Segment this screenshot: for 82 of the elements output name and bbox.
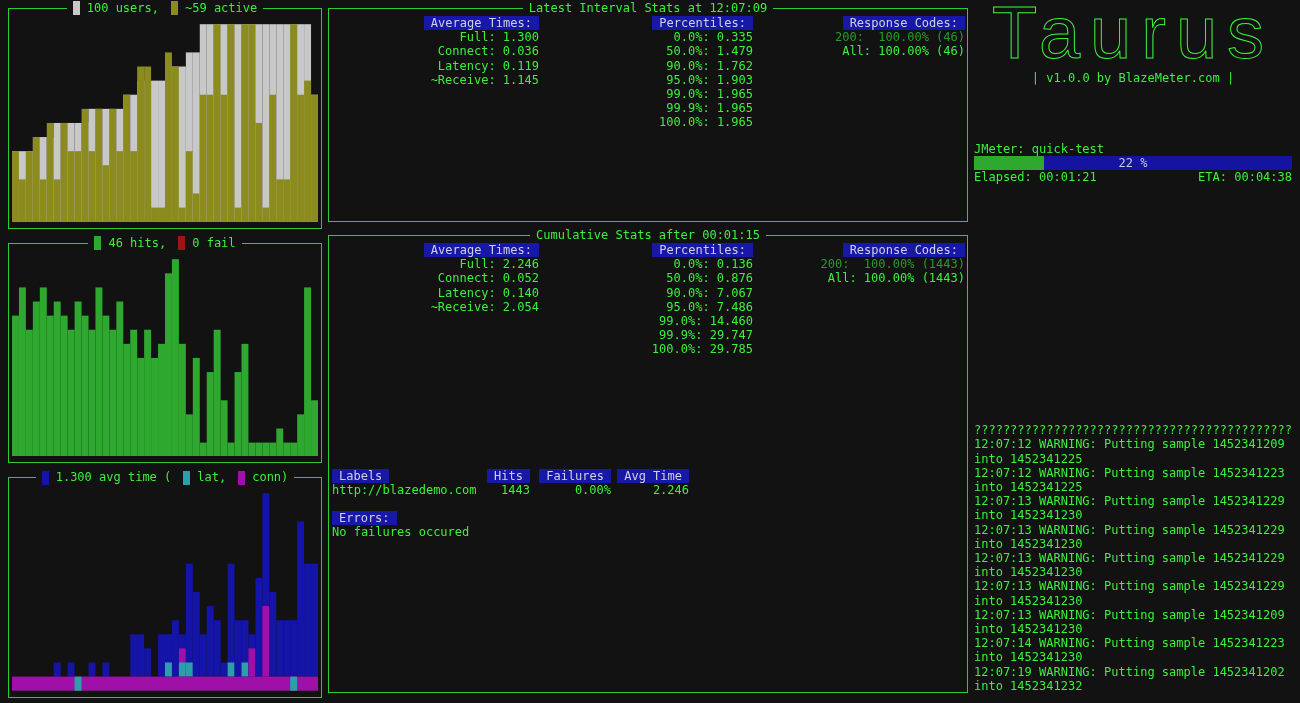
- stat-line: 100.0%: 29.785: [651, 342, 753, 357]
- stat-line: 95.0%: 7.486: [666, 299, 753, 314]
- latency-bar: [227, 662, 235, 677]
- stat-line: 90.0%: 7.067: [666, 285, 753, 300]
- log-line: into 1452341230: [974, 593, 1084, 608]
- legend-label: 0 fail: [185, 235, 242, 250]
- legend-label: lat,: [190, 470, 233, 485]
- section-header: Percentiles:: [652, 243, 753, 258]
- log-line: into 1452341230: [974, 622, 1084, 637]
- latency-bar: [165, 662, 172, 677]
- executor-label: JMeter: quick-test: [974, 142, 1106, 157]
- avg-time-bar: [67, 662, 75, 677]
- latency-bar: [290, 677, 298, 692]
- stat-line: 0.0%: 0.335: [673, 30, 753, 45]
- log-line: 12:07:13 WARNING: Putting sample 1452341229: [974, 522, 1286, 537]
- column-header: Hits: [487, 468, 530, 483]
- log-line: ????????????????????????????????????????????: [974, 423, 1292, 438]
- column-header: Failures: [539, 468, 611, 483]
- avg-time-bar: [102, 662, 110, 677]
- stat-line: Latency: 0.140: [437, 285, 539, 300]
- section-header: Response Codes:: [842, 243, 965, 258]
- stat-line: ~Receive: 1.145: [430, 72, 539, 87]
- section-header: Errors:: [332, 511, 397, 526]
- log-line: into 1452341230: [974, 508, 1084, 523]
- stat-line: 99.0%: 1.965: [666, 87, 753, 102]
- version-text: | v1.0.0 by BlazeMeter.com |: [1031, 71, 1235, 86]
- log-line: into 1452341232: [974, 678, 1084, 693]
- stat-line: 90.0%: 1.762: [666, 58, 753, 73]
- stat-line: 99.9%: 1.965: [666, 101, 753, 116]
- column-header: Avg Time: [617, 468, 689, 483]
- stat-line: 200: 100.00% (1443): [820, 257, 965, 272]
- stat-line: Latency: 0.119: [437, 58, 539, 73]
- column-header: Labels: [332, 468, 390, 483]
- log-line: 12:07:13 WARNING: Putting sample 1452341229: [974, 579, 1286, 594]
- log-line: into 1452341230: [974, 536, 1084, 551]
- log-line: 12:07:12 WARNING: Putting sample 1452341223: [974, 465, 1286, 480]
- stat-line: Connect: 0.052: [437, 271, 539, 286]
- stat-line: 99.9%: 29.747: [659, 328, 753, 343]
- stat-line: 50.0%: 0.876: [666, 271, 753, 286]
- log-line: 12:07:13 WARNING: Putting sample 1452341229: [974, 550, 1286, 566]
- log-line: 12:07:19 WARNING: Putting sample 1452341202: [974, 664, 1286, 679]
- table-cell: 1443: [501, 482, 530, 498]
- stat-line: Connect: 0.036: [437, 44, 539, 59]
- error-message: No failures occured: [332, 525, 470, 540]
- avg-time-bar: [88, 662, 96, 677]
- log-line: 12:07:13 WARNING: Putting sample 1452341209: [974, 607, 1286, 622]
- log-line: into 1452341225: [974, 479, 1084, 495]
- stat-line: ~Receive: 2.054: [430, 299, 539, 314]
- latency-bar: [74, 677, 82, 692]
- table-cell: 2.246: [652, 482, 689, 498]
- section-header: Average Times:: [423, 243, 539, 258]
- legend-label: conn): [245, 470, 295, 485]
- log-line: into 1452341225: [974, 451, 1084, 466]
- legend-label: 100 users,: [79, 1, 165, 16]
- progress-percent: 22 %: [1118, 156, 1148, 171]
- stat-line: 95.0%: 1.903: [666, 72, 753, 87]
- section-header: Average Times:: [423, 16, 539, 31]
- avg-time-bar: [53, 662, 61, 677]
- legend-label: 46 hits,: [101, 235, 173, 250]
- log-line: into 1452341230: [974, 565, 1084, 580]
- section-header: Percentiles:: [652, 16, 753, 31]
- stat-line: All: 100.00% (1443): [827, 271, 965, 286]
- stat-line: Full: 2.246: [459, 257, 539, 272]
- elapsed-time: Elapsed: 00:01:21: [974, 170, 1097, 185]
- stat-line: 0.0%: 0.136: [673, 257, 753, 272]
- stat-line: Full: 1.300: [459, 30, 539, 45]
- stat-line: 50.0%: 1.479: [666, 44, 753, 59]
- log-line: 12:07:12 WARNING: Putting sample 1452341209: [974, 437, 1286, 452]
- stat-line: 200: 100.00% (46): [834, 30, 965, 45]
- log-line: 12:07:13 WARNING: Putting sample 1452341229: [974, 494, 1286, 509]
- eta-time: ETA: 00:04:38: [1198, 170, 1292, 185]
- log-line: into 1452341230: [974, 650, 1084, 665]
- latency-bar: [241, 662, 249, 677]
- log-line: 12:07:14 WARNING: Putting sample 1452341223: [974, 636, 1286, 651]
- stat-line: 100.0%: 1.965: [659, 115, 753, 130]
- section-header: Response Codes:: [842, 16, 965, 31]
- table-cell: 0.00%: [574, 482, 611, 498]
- stat-line: All: 100.00% (46): [842, 44, 965, 59]
- table-cell: http://blazedemo.com: [332, 482, 477, 498]
- stat-line: 99.0%: 14.460: [659, 314, 753, 329]
- logo-text: Taurus: [991, 2, 1275, 64]
- legend-label: 1.300 avg time (: [48, 470, 178, 485]
